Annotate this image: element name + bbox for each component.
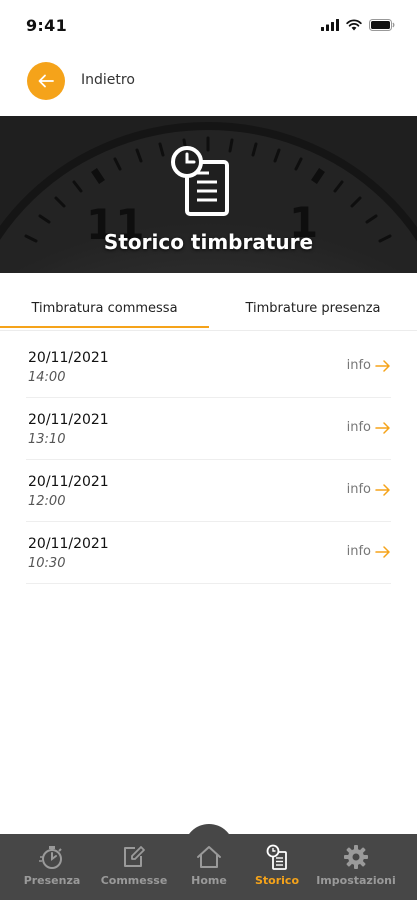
arrow-right-icon	[375, 359, 390, 372]
info-label: info	[346, 482, 371, 497]
tab-bar: Timbratura commessa Timbrature presenza	[0, 288, 417, 331]
record-time: 13:10	[28, 432, 66, 447]
hero-banner: 11 1 Storico timbrature	[0, 116, 417, 273]
info-label: info	[346, 358, 371, 373]
list-item[interactable]: 20/11/2021 13:10 info	[26, 398, 391, 460]
hero-title: Storico timbrature	[103, 230, 314, 254]
record-time: 12:00	[28, 494, 66, 509]
list-item[interactable]: 20/11/2021 10:30 info	[26, 522, 391, 584]
status-time: 9:41	[26, 16, 67, 35]
nav-label: Presenza	[23, 874, 81, 887]
info-label: info	[346, 420, 371, 435]
back-label[interactable]: Indietro	[81, 72, 135, 88]
status-bar: 9:41	[0, 0, 417, 50]
nav-label: Home	[191, 874, 227, 887]
record-date: 20/11/2021	[28, 474, 109, 490]
record-time: 14:00	[28, 370, 66, 385]
tab-timbrature-presenza[interactable]: Timbrature presenza	[209, 288, 417, 328]
nav-item-commesse[interactable]: Commesse	[100, 834, 168, 900]
home-icon	[197, 846, 221, 868]
nav-label: Storico	[254, 874, 299, 887]
list-item[interactable]: 20/11/2021 14:00 info	[26, 336, 391, 398]
history-icon	[266, 844, 287, 870]
nav-label: Commesse	[100, 874, 168, 887]
back-button[interactable]	[27, 62, 65, 100]
info-link[interactable]: info	[347, 420, 391, 435]
list-item[interactable]: 20/11/2021 12:00 info	[26, 460, 391, 522]
history-document-icon	[171, 146, 229, 216]
info-link[interactable]: info	[347, 482, 391, 497]
stopwatch-icon	[39, 846, 62, 869]
gear-icon	[344, 845, 368, 869]
record-time: 10:30	[28, 556, 66, 571]
arrow-left-icon	[38, 74, 54, 88]
status-icons	[321, 19, 395, 31]
arrow-right-icon	[375, 483, 390, 496]
info-link[interactable]: info	[347, 544, 391, 559]
arrow-right-icon	[375, 545, 390, 558]
arrow-right-icon	[375, 421, 390, 434]
signal-icon	[321, 19, 339, 31]
record-date: 20/11/2021	[28, 536, 109, 552]
nav-item-presenza[interactable]: Presenza	[20, 834, 84, 900]
nav-item-impostazioni[interactable]: Impostazioni	[316, 834, 396, 900]
record-date: 20/11/2021	[28, 412, 109, 428]
back-header: Indietro	[0, 60, 417, 104]
record-date: 20/11/2021	[28, 350, 109, 366]
nav-label: Impostazioni	[316, 874, 396, 887]
battery-icon	[369, 19, 395, 31]
records-list: 20/11/2021 14:00 info 20/11/2021 13:10 i…	[0, 336, 417, 584]
nav-item-storico[interactable]: Storico	[248, 834, 306, 900]
info-link[interactable]: info	[347, 358, 391, 373]
tab-timbratura-commessa[interactable]: Timbratura commessa	[0, 288, 209, 328]
info-label: info	[346, 544, 371, 559]
edit-icon	[124, 846, 145, 867]
wifi-icon	[346, 19, 362, 31]
active-tab-indicator	[0, 326, 209, 328]
nav-item-home[interactable]: Home	[180, 834, 238, 900]
